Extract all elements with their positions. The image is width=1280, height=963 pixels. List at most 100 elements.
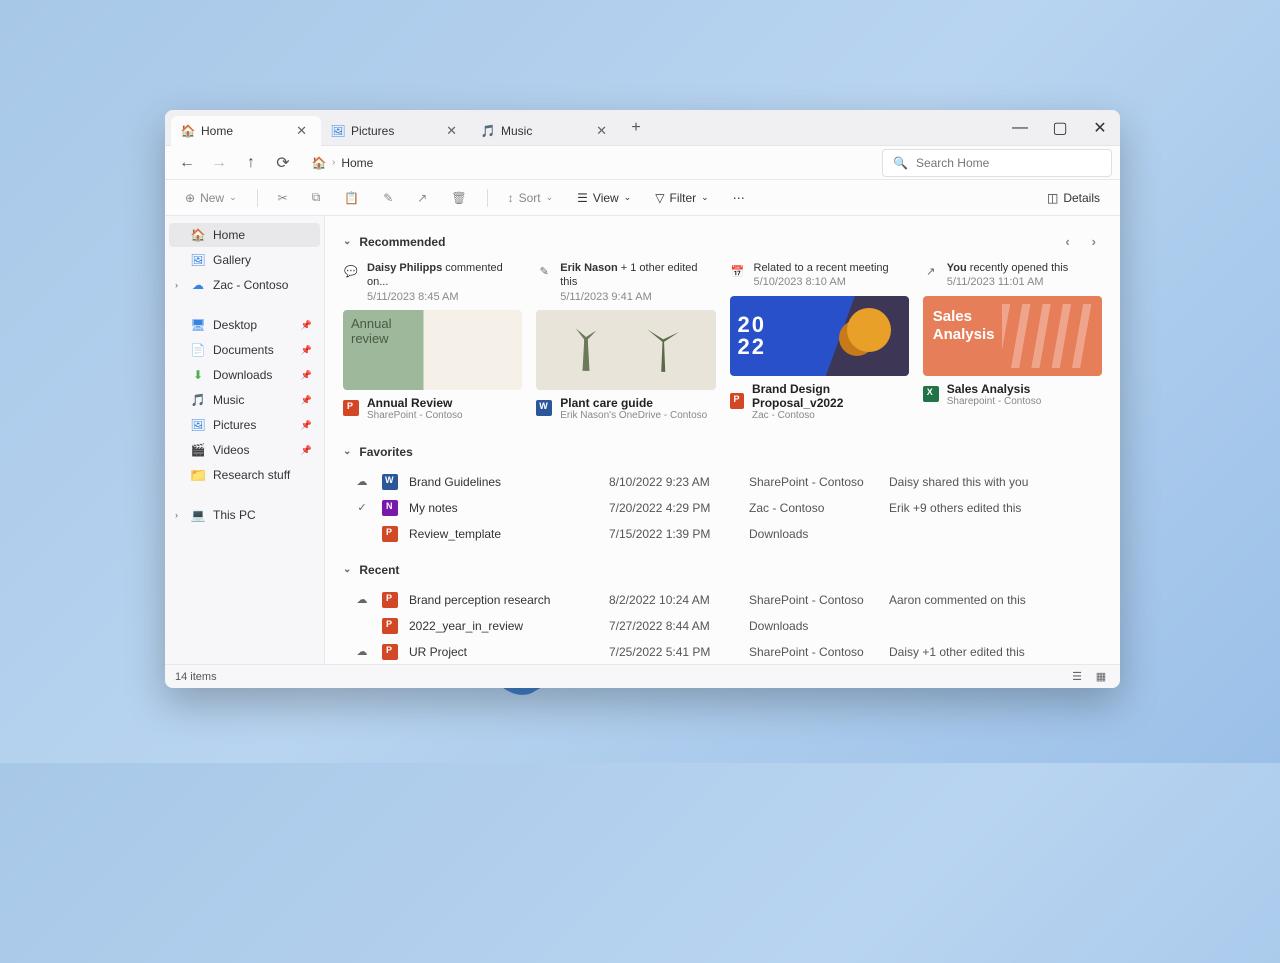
favorites-header[interactable]: ⌄ Favorites [343,439,1102,469]
recommended-card[interactable]: 📅Related to a recent meeting5/10/2023 8:… [730,261,909,421]
delete-button[interactable]: 🗑 [443,187,474,209]
file-row[interactable]: ☁UR Project7/25/2022 5:41 PMSharePoint -… [353,639,1102,664]
close-tab-icon[interactable]: ✕ [292,121,311,141]
recommended-card[interactable]: ✎Erik Nason + 1 other edited this5/11/20… [536,261,715,421]
sidebar-item-music[interactable]: 🎵Music📌 [169,388,320,412]
sync-status-icon: ☁ [353,645,371,658]
search-input[interactable] [916,156,1101,170]
sidebar-item-gallery[interactable]: 🖼Gallery [169,248,320,272]
maximize-button[interactable]: ▢ [1040,110,1080,146]
sidebar-item-videos[interactable]: 🎬Videos📌 [169,438,320,462]
tab-music[interactable]: 🎵 Music ✕ [471,116,621,146]
file-row[interactable]: ✓My notes7/20/2022 4:29 PMZac - ContosoE… [353,495,1102,521]
more-button[interactable]: ⋯ [725,187,753,209]
forward-button[interactable]: → [205,149,233,177]
thumbnail [730,296,909,376]
command-bar: ⊕New⌄ ✂ ⧉ 📋 ✎ ↗ 🗑 ↕Sort⌄ ☰View⌄ ▽Filter⌄… [165,180,1120,216]
pc-icon: 💻 [191,508,205,522]
filter-icon: ▽ [655,191,664,205]
delete-icon: 🗑 [451,191,466,205]
file-row[interactable]: Review_template7/15/2022 1:39 PMDownload… [353,521,1102,547]
sidebar-item-home[interactable]: 🏠Home [169,223,320,247]
search-icon: 🔍 [893,156,908,170]
navigation-pane: 🏠Home🖼Gallery›☁Zac - Contoso 🖥Desktop📌📄Do… [165,216,325,664]
file-date: 7/25/2022 5:41 PM [609,645,739,659]
chevron-down-icon: ⌄ [343,564,351,575]
thumbnail [536,310,715,390]
sidebar-label: Videos [213,443,249,457]
sidebar-item-this-pc[interactable]: ›💻This PC [169,503,320,527]
sidebar-item-research-stuff[interactable]: 📁Research stuff [169,463,320,487]
details-view-button[interactable]: ☰ [1068,668,1086,686]
thumbnails-view-button[interactable]: ▦ [1092,668,1110,686]
file-location: Zac - Contoso [749,501,879,515]
details-pane-button[interactable]: ◫Details [1039,187,1108,209]
sidebar-label: Pictures [213,418,256,432]
pin-icon: 📌 [301,345,312,356]
navigation-bar: ← → ↑ ⟳ 🏠 › Home 🔍 [165,146,1120,180]
thumbnail [343,310,522,390]
search-box[interactable]: 🔍 [882,149,1112,177]
sync-status-icon: ☁ [353,475,371,488]
minimize-button[interactable]: — [1000,110,1040,146]
close-window-button[interactable]: ✕ [1080,110,1120,146]
rename-button[interactable]: ✎ [375,187,401,209]
file-name: UR Project [409,645,599,659]
doc-icon: 📄 [191,343,205,357]
content-area: ⌄ Recommended ‹ › 💬Daisy Philipps commen… [325,216,1120,664]
sidebar-item-downloads[interactable]: ⬇Downloads📌 [169,363,320,387]
sidebar-item-documents[interactable]: 📄Documents📌 [169,338,320,362]
sidebar-item-desktop[interactable]: 🖥Desktop📌 [169,313,320,337]
recommended-card[interactable]: ↗You recently opened this5/11/2023 11:01… [923,261,1102,421]
music-icon: 🎵 [191,393,205,407]
recommended-card[interactable]: 💬Daisy Philipps commented on...5/11/2023… [343,261,522,421]
paste-button[interactable]: 📋 [336,187,367,209]
new-tab-button[interactable]: + [621,113,651,143]
sidebar-item-pictures[interactable]: 🖼 Pictures 📌 [169,413,320,437]
file-row[interactable]: ☁Brand Guidelines8/10/2022 9:23 AMShareP… [353,469,1102,495]
close-tab-icon[interactable]: ✕ [592,121,611,141]
copy-button[interactable]: ⧉ [304,186,329,209]
xl-file-icon [923,386,939,402]
sidebar-item-zac-contoso[interactable]: ›☁Zac - Contoso [169,273,320,297]
pin-icon: 📌 [301,395,312,406]
new-button[interactable]: ⊕New⌄ [177,187,245,209]
scroll-left-button[interactable]: ‹ [1059,232,1075,251]
file-activity: Daisy shared this with you [889,475,1102,489]
activity-icon: 📅 [730,263,746,279]
tab-pictures[interactable]: 🖼 Pictures ✕ [321,116,471,146]
pin-icon: 📌 [301,420,312,431]
refresh-button[interactable]: ⟳ [269,149,297,177]
back-button[interactable]: ← [173,149,201,177]
file-name: Brand perception research [409,593,599,607]
pic-icon: 🖼 [191,418,205,432]
sync-status-icon: ✓ [353,501,371,514]
copy-icon: ⧉ [312,190,321,205]
plus-icon: ⊕ [185,191,195,205]
recommended-header[interactable]: ⌄ Recommended ‹ › [343,226,1102,261]
cut-button[interactable]: ✂ [270,187,296,209]
file-row[interactable]: ☁Brand perception research8/2/2022 10:24… [353,587,1102,613]
breadcrumb[interactable]: 🏠 › Home [301,149,878,177]
sidebar-label: Research stuff [213,468,290,482]
word-file-icon [382,474,398,490]
chevron-right-icon: › [332,157,335,168]
scroll-right-button[interactable]: › [1086,232,1102,251]
view-button[interactable]: ☰View⌄ [569,187,639,209]
sort-button[interactable]: ↕Sort⌄ [500,187,562,209]
filter-button[interactable]: ▽Filter⌄ [647,187,716,209]
details-icon: ◫ [1047,191,1058,205]
music-icon: 🎵 [481,124,495,138]
favorites-list: ☁Brand Guidelines8/10/2022 9:23 AMShareP… [343,469,1102,547]
tab-label: Music [501,124,532,138]
down-icon: ⬇ [191,368,205,382]
chevron-down-icon: ⌄ [343,446,351,457]
tab-home[interactable]: 🏠 Home ✕ [171,116,321,146]
share-button[interactable]: ↗ [409,187,435,209]
activity-icon: ↗ [923,263,939,279]
close-tab-icon[interactable]: ✕ [442,121,461,141]
up-button[interactable]: ↑ [237,149,265,177]
home-icon: 🏠 [181,124,195,138]
file-row[interactable]: 2022_year_in_review7/27/2022 8:44 AMDown… [353,613,1102,639]
recent-header[interactable]: ⌄ Recent [343,557,1102,587]
